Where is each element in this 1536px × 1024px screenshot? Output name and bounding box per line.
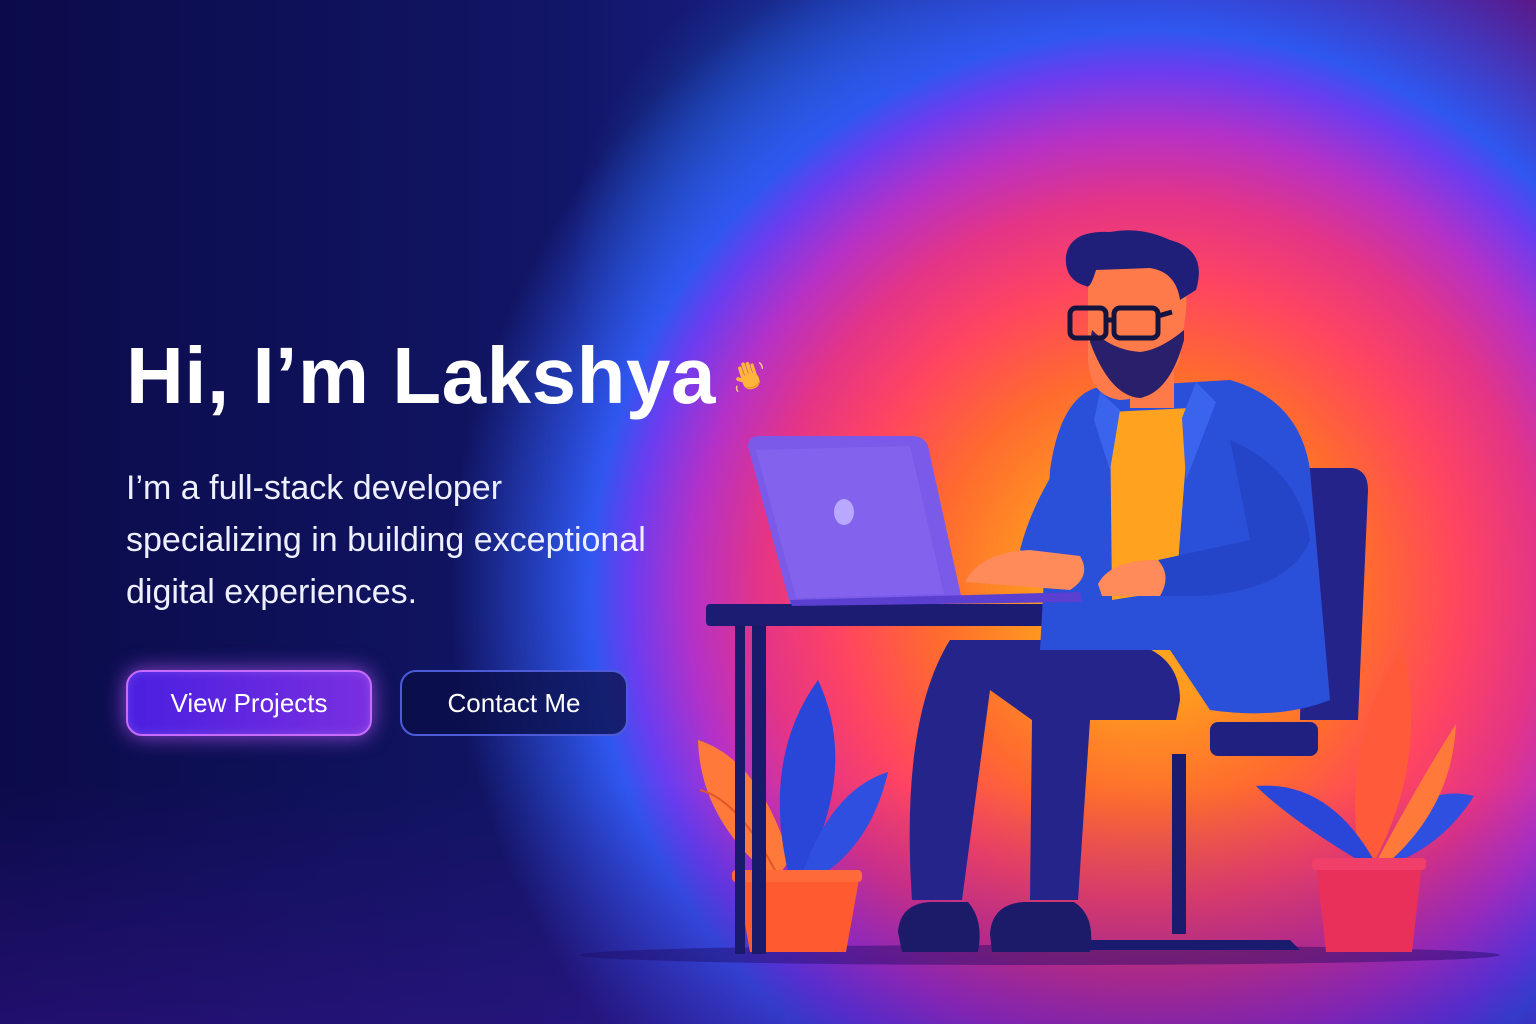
headline-text: Hi, I’m Lakshya xyxy=(126,331,716,420)
hero-buttons: View Projects Contact Me xyxy=(126,670,766,736)
waving-hand-icon xyxy=(735,361,763,392)
hero-text-block: Hi, I’m Lakshya I’m a full-stack develop… xyxy=(126,330,766,736)
hero-section: Hi, I’m Lakshya I’m a full-stack develop… xyxy=(0,0,1536,1024)
hero-headline: Hi, I’m Lakshya xyxy=(126,330,766,422)
view-projects-button[interactable]: View Projects xyxy=(126,670,372,736)
contact-me-button[interactable]: Contact Me xyxy=(400,670,628,736)
laptop-logo xyxy=(834,499,854,525)
hero-subtitle: I’m a full-stack developer specializing … xyxy=(126,469,646,611)
developer-figure xyxy=(898,230,1330,952)
